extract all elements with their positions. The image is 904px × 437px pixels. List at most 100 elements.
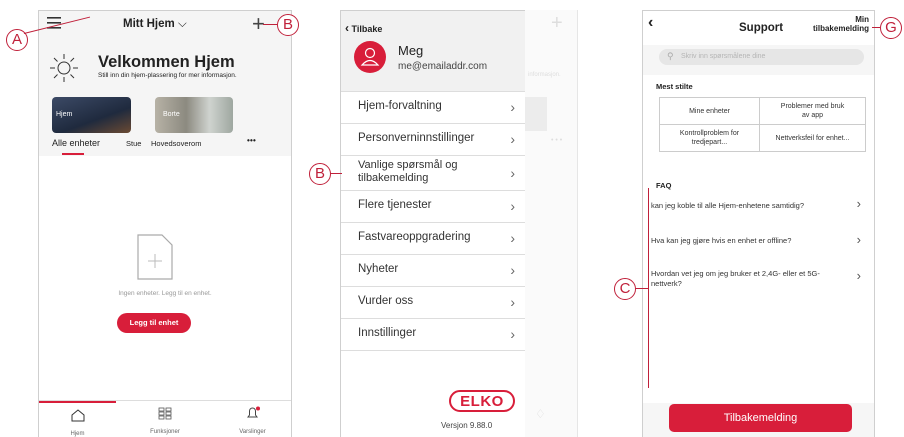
- menu-item-home-management[interactable]: Hjem-forvaltning ›: [341, 91, 525, 123]
- topic-my-devices[interactable]: Mine enheter: [659, 97, 760, 125]
- chevron-right-icon: ›: [510, 198, 515, 214]
- chevron-right-icon: ›: [510, 165, 515, 181]
- chevron-right-icon: ›: [510, 262, 515, 278]
- user-email: me@emailaddr.com: [398, 61, 488, 72]
- chevron-left-icon[interactable]: ‹: [648, 14, 653, 32]
- user-avatar[interactable]: [354, 41, 386, 73]
- home-screen: Mitt Hjem ⌵ + Velkommen Hjem Still inn d…: [38, 10, 292, 437]
- callout-c: C: [614, 278, 636, 300]
- menu-item-more-services[interactable]: Flere tjenester ›: [341, 190, 525, 222]
- chevron-down-icon: ⌵: [177, 18, 187, 30]
- bg-bell-icon: ♢: [535, 407, 546, 421]
- app-version: Versjon 9.88.0: [441, 421, 493, 430]
- user-icon: [360, 47, 380, 66]
- tab-alle-enheter[interactable]: Alle enheter: [52, 138, 100, 148]
- side-menu-screen: ‹ Tilbake Meg me@emailaddr.com Hjem-forv…: [340, 10, 526, 437]
- support-screen: ‹ Support Min tilbakemelding ⚲ Skriv inn…: [642, 10, 875, 437]
- back-label: Tilbake: [351, 24, 383, 34]
- feedback-button[interactable]: Tilbakemelding: [669, 404, 852, 432]
- empty-state-text: Ingen enheter. Legg til en enhet.: [118, 290, 212, 297]
- dimmed-background[interactable]: + informasjon. • • • ♢: [525, 10, 578, 437]
- home-selector[interactable]: Mitt Hjem ⌵: [123, 18, 187, 31]
- callout-c-bracket: [648, 188, 650, 388]
- nav-functions-label: Funksjoner: [150, 429, 180, 435]
- menu-item-label: Vanlige spørsmål og tilbakemelding: [358, 159, 458, 184]
- callout-b-1: B: [277, 14, 299, 36]
- elko-logo-text: ELKO: [460, 393, 504, 410]
- welcome-title: Velkommen Hjem: [98, 53, 235, 71]
- user-name: Meg: [398, 43, 424, 58]
- chevron-right-icon: ›: [510, 294, 515, 310]
- back-button[interactable]: ‹ Tilbake: [345, 21, 382, 35]
- faq-item[interactable]: Hva kan jeg gjøre hvis en enhet er offli…: [651, 232, 867, 258]
- my-feedback-link[interactable]: Min tilbakemelding: [809, 15, 869, 33]
- chevron-right-icon: ›: [856, 196, 861, 211]
- callout-b-2: B: [309, 163, 331, 185]
- nav-home[interactable]: Hjem: [39, 401, 116, 437]
- bg-card-fragment: [525, 97, 547, 131]
- faq-title: FAQ: [656, 181, 672, 190]
- menu-item-label: Flere tjenester: [358, 199, 432, 211]
- welcome-subtitle: Still inn din hjem-plassering for mer in…: [98, 72, 237, 79]
- home-mode-card[interactable]: Hjem: [52, 97, 131, 133]
- bg-subtitle-fragment: informasjon.: [528, 72, 561, 78]
- topic-network-error[interactable]: Nettverksfeil for enhet...: [759, 124, 866, 152]
- menu-item-label: Personverninnstillinger: [358, 132, 475, 144]
- menu-item-label: Nyheter: [358, 263, 399, 275]
- chevron-right-icon: ›: [856, 232, 861, 247]
- topic-label: Mine enheter: [689, 107, 730, 115]
- topic-app-problems[interactable]: Problemer med bruk av app: [759, 97, 866, 125]
- topic-label: Kontrollproblem for tredjepart...: [679, 130, 740, 146]
- elko-logo: ELKO: [449, 390, 515, 412]
- menu-item-label: Fastvareoppgradering: [358, 231, 471, 243]
- bg-more-fragment: • • •: [551, 137, 563, 144]
- away-mode-card[interactable]: Borte: [155, 97, 233, 133]
- chevron-right-icon: ›: [510, 326, 515, 342]
- bell-icon: [246, 406, 260, 418]
- home-mode-label: Hjem: [56, 111, 73, 118]
- menu-item-settings[interactable]: Innstillinger ›: [341, 318, 525, 351]
- menu-item-firmware[interactable]: Fastvareoppgradering ›: [341, 222, 525, 254]
- callout-c-line: [635, 288, 649, 290]
- callout-g: G: [880, 17, 902, 39]
- topic-label: Nettverksfeil for enhet...: [775, 134, 850, 142]
- faq-question: kan jeg koble til alle Hjem-enhetene sam…: [651, 201, 805, 210]
- topic-third-party[interactable]: Kontrollproblem for tredjepart...: [659, 124, 760, 152]
- faq-item[interactable]: kan jeg koble til alle Hjem-enhetene sam…: [651, 196, 867, 223]
- grid-icon: [158, 407, 172, 420]
- search-bar[interactable]: ⚲ Skriv inn spørsmålene dine: [659, 49, 864, 65]
- chevron-right-icon: ›: [510, 131, 515, 147]
- menu-item-label: Innstillinger: [358, 327, 417, 339]
- chevron-right-icon: ›: [856, 268, 861, 283]
- search-icon: ⚲: [667, 51, 674, 61]
- most-asked-title: Mest stilte: [656, 82, 693, 91]
- nav-functions[interactable]: Funksjoner: [116, 401, 214, 437]
- faq-item[interactable]: Hvordan vet jeg om jeg bruker et 2,4G- e…: [651, 269, 867, 293]
- menu-item-faq-feedback[interactable]: Vanlige spørsmål og tilbakemelding ›: [341, 155, 525, 190]
- tab-stue[interactable]: Stue: [126, 139, 141, 148]
- nav-notifications-label: Varslinger: [239, 429, 266, 435]
- chevron-left-icon: ‹: [345, 21, 349, 35]
- chevron-right-icon: ›: [510, 230, 515, 246]
- add-device-button[interactable]: Legg til enhet: [117, 313, 191, 333]
- search-placeholder: Skriv inn spørsmålene dine: [681, 53, 766, 60]
- add-icon: +: [551, 12, 563, 34]
- chevron-right-icon: ›: [510, 99, 515, 115]
- menu-item-news[interactable]: Nyheter ›: [341, 254, 525, 286]
- menu-item-rate-us[interactable]: Vurder oss ›: [341, 286, 525, 318]
- callout-b-1-line: [263, 24, 277, 26]
- more-tabs-icon[interactable]: • • •: [247, 136, 256, 145]
- home-selector-label: Mitt Hjem: [123, 18, 175, 30]
- menu-item-label: Vurder oss: [358, 295, 414, 307]
- topic-label: Problemer med bruk av app: [780, 103, 845, 119]
- house-icon: [71, 409, 84, 422]
- callout-b-2-line: [330, 173, 342, 175]
- menu-item-privacy[interactable]: Personverninnstillinger ›: [341, 123, 525, 155]
- menu-item-label: Hjem-forvaltning: [358, 100, 442, 112]
- nav-notifications[interactable]: Varslinger: [214, 401, 291, 437]
- tab-hovedsoverom[interactable]: Hovedsoverom: [151, 139, 201, 148]
- nav-home-label: Hjem: [70, 431, 85, 437]
- sun-icon: [49, 53, 79, 88]
- away-mode-label: Borte: [163, 111, 180, 118]
- faq-question: Hva kan jeg gjøre hvis en enhet er offli…: [651, 236, 792, 245]
